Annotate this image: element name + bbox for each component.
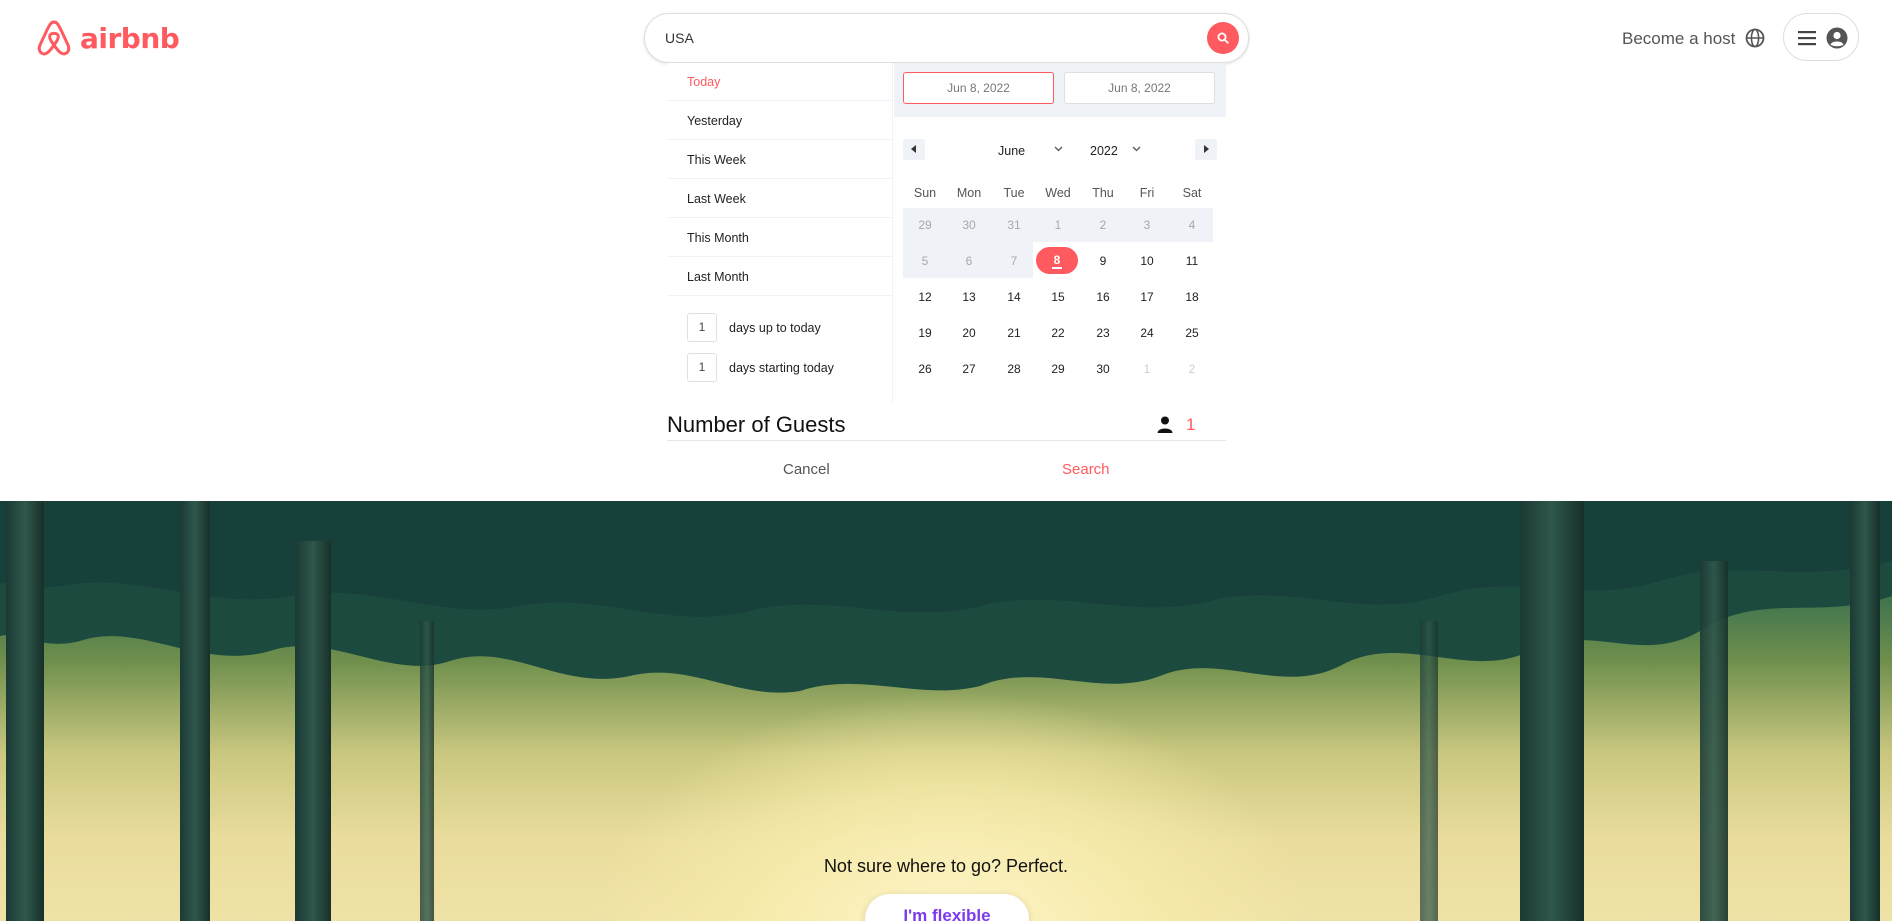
calendar-day[interactable]: 31 — [992, 210, 1036, 240]
calendar-day[interactable]: 21 — [992, 318, 1036, 348]
calendar-day[interactable]: 17 — [1125, 282, 1169, 312]
guests-row: Number of Guests 1 — [667, 403, 1226, 441]
days-starting-today-row: 1 days starting today — [687, 353, 834, 382]
brand-name: airbnb — [80, 21, 180, 55]
search-input[interactable]: USA — [665, 30, 694, 46]
next-month-button[interactable] — [1195, 139, 1217, 160]
hero-banner: Not sure where to go? Perfect. I'm flexi… — [0, 501, 1892, 921]
calendar-day[interactable]: 15 — [1036, 282, 1080, 312]
preset-today[interactable]: Today — [667, 63, 893, 101]
calendar-day[interactable]: 28 — [992, 354, 1036, 384]
hero-tagline: Not sure where to go? Perfect. — [823, 856, 1069, 876]
search-button[interactable] — [1207, 22, 1239, 54]
calendar-day[interactable]: 10 — [1125, 246, 1169, 276]
calendar-day[interactable]: 11 — [1170, 246, 1214, 276]
weekday-header: Sun — [913, 186, 937, 200]
airbnb-logo[interactable]: airbnb — [34, 18, 180, 58]
become-host-link[interactable]: Become a host — [1622, 29, 1735, 49]
weekday-header: Thu — [1092, 186, 1114, 200]
calendar-day[interactable]: 12 — [903, 282, 947, 312]
forest-canopy-image — [0, 501, 1892, 693]
calendar-day[interactable]: 1 — [1036, 210, 1080, 240]
end-date-input[interactable]: Jun 8, 2022 — [1064, 72, 1215, 104]
start-date-input[interactable]: Jun 8, 2022 — [903, 72, 1054, 104]
calendar-day[interactable]: 29 — [1036, 354, 1080, 384]
date-presets: Today Yesterday This Week Last Week This… — [667, 63, 893, 403]
calendar-day[interactable]: 2 — [1170, 354, 1214, 384]
weekday-header: Tue — [1003, 186, 1025, 200]
calendar-day[interactable]: 7 — [992, 246, 1036, 276]
search-submit-button[interactable]: Search — [1062, 461, 1110, 478]
user-avatar-icon — [1826, 27, 1848, 49]
calendar-day[interactable]: 23 — [1081, 318, 1125, 348]
calendar-day[interactable]: 24 — [1125, 318, 1169, 348]
calendar-day[interactable]: 14 — [992, 282, 1036, 312]
search-icon — [1217, 32, 1229, 44]
chevron-down-icon — [1132, 146, 1141, 152]
search-bar[interactable]: USA — [644, 13, 1249, 63]
im-flexible-button[interactable]: I'm flexible — [865, 894, 1029, 921]
calendar: Jun 8, 2022 Jun 8, 2022 June 2022 Sun Mo… — [894, 63, 1226, 403]
date-range-inputs: Jun 8, 2022 Jun 8, 2022 — [894, 63, 1226, 117]
calendar-day[interactable]: 19 — [903, 318, 947, 348]
preset-this-month[interactable]: This Month — [667, 219, 893, 257]
calendar-day[interactable]: 1 — [1125, 354, 1169, 384]
calendar-day[interactable]: 25 — [1170, 318, 1214, 348]
preset-last-month[interactable]: Last Month — [667, 258, 893, 296]
calendar-day[interactable]: 6 — [947, 246, 991, 276]
selected-day[interactable]: 8 — [1036, 247, 1078, 274]
prev-month-button[interactable] — [903, 139, 925, 160]
days-starting-today-label: days starting today — [729, 360, 834, 375]
airbnb-logo-icon — [37, 20, 71, 56]
calendar-day[interactable]: 26 — [903, 354, 947, 384]
calendar-day[interactable]: 20 — [947, 318, 991, 348]
calendar-day[interactable]: 30 — [947, 210, 991, 240]
calendar-day[interactable]: 2 — [1081, 210, 1125, 240]
calendar-day[interactable]: 13 — [947, 282, 991, 312]
calendar-day[interactable]: 3 — [1125, 210, 1169, 240]
calendar-day[interactable]: 27 — [947, 354, 991, 384]
calendar-day[interactable]: 18 — [1170, 282, 1214, 312]
year-select[interactable]: 2022 — [1090, 144, 1118, 158]
calendar-day[interactable]: 5 — [903, 246, 947, 276]
globe-icon[interactable] — [1744, 27, 1766, 49]
weekday-header: Mon — [956, 186, 982, 200]
calendar-day[interactable]: 4 — [1170, 210, 1214, 240]
weekday-header: Wed — [1045, 186, 1071, 200]
preset-this-week[interactable]: This Week — [667, 141, 893, 179]
menu-icon — [1798, 31, 1816, 46]
weekday-header: Fri — [1139, 186, 1155, 200]
weekday-header: Sat — [1182, 186, 1202, 200]
days-starting-today-input[interactable]: 1 — [687, 353, 717, 382]
month-select[interactable]: June — [998, 144, 1025, 158]
days-up-to-today-row: 1 days up to today — [687, 313, 821, 342]
calendar-day[interactable]: 16 — [1081, 282, 1125, 312]
preset-yesterday[interactable]: Yesterday — [667, 102, 893, 140]
preset-last-week[interactable]: Last Week — [667, 180, 893, 218]
calendar-day[interactable]: 30 — [1081, 354, 1125, 384]
guests-count[interactable]: 1 — [1186, 415, 1195, 435]
chevron-down-icon — [1054, 146, 1063, 152]
calendar-day[interactable]: 9 — [1081, 246, 1125, 276]
user-menu-button[interactable] — [1783, 13, 1859, 61]
cancel-button[interactable]: Cancel — [783, 461, 830, 478]
search-dropdown-panel: Today Yesterday This Week Last Week This… — [667, 63, 1226, 500]
guests-title: Number of Guests — [667, 412, 846, 437]
person-icon — [1157, 416, 1173, 433]
calendar-day[interactable]: 29 — [903, 210, 947, 240]
days-up-to-today-input[interactable]: 1 — [687, 313, 717, 342]
days-up-to-today-label: days up to today — [729, 320, 821, 335]
calendar-day[interactable]: 22 — [1036, 318, 1080, 348]
